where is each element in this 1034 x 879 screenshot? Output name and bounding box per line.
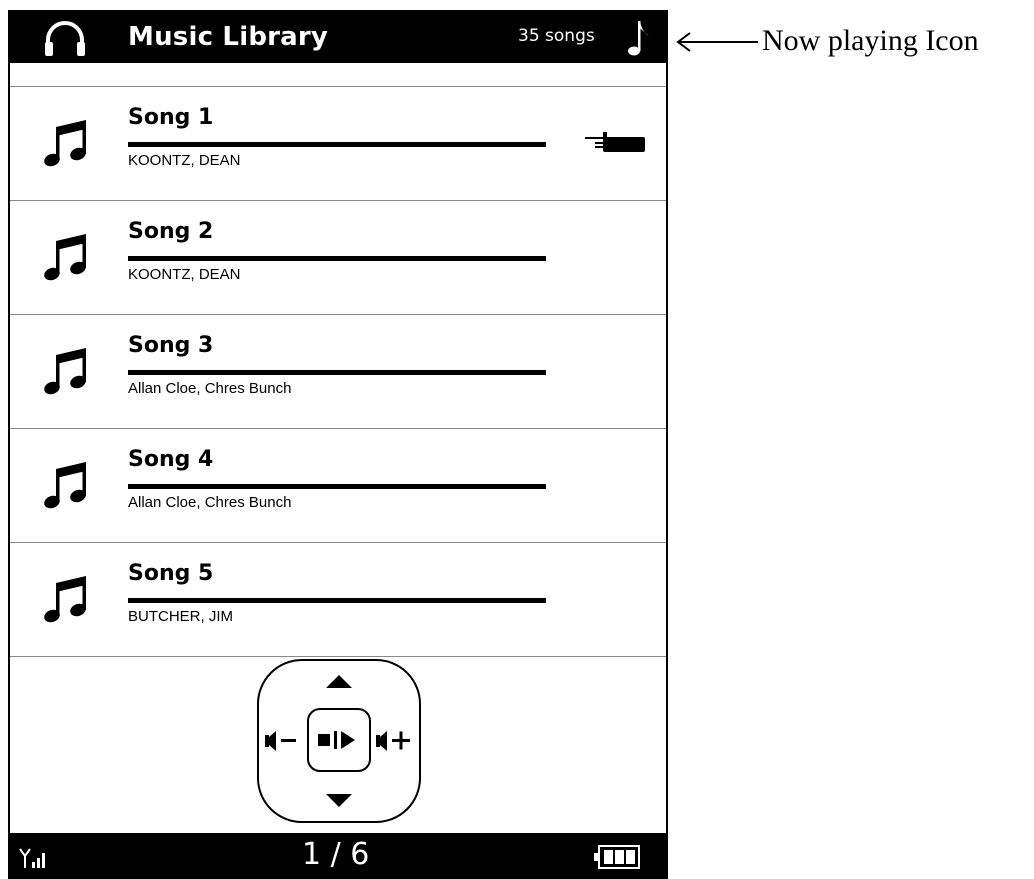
annotation-label: Now playing Icon (762, 24, 979, 57)
signal-icon (19, 848, 45, 868)
left-arrow-icon (676, 32, 758, 52)
list-item[interactable]: Song 4 Allan Cloe, Chres Bunch (10, 429, 666, 543)
song-count: 35 songs (518, 26, 595, 46)
song-divider-bar (128, 484, 546, 489)
music-note-icon (44, 120, 86, 167)
music-note-icon (44, 234, 86, 281)
battery-icon (594, 845, 640, 869)
song-divider-bar (128, 256, 546, 261)
headphones-icon[interactable] (42, 18, 88, 58)
stop-play-icon[interactable] (307, 708, 371, 772)
page-title: Music Library (128, 22, 329, 52)
now-playing-annotation: Now playing Icon (674, 18, 1034, 66)
song-divider-bar (128, 370, 546, 375)
song-artist: BUTCHER, JIM (128, 608, 233, 625)
list-top-spacer (10, 63, 666, 87)
navigation-control (257, 659, 421, 823)
list-item[interactable]: Song 1 KOONTZ, DEAN (10, 87, 666, 201)
status-bar: 1 / 6 (10, 833, 666, 879)
music-note-icon (44, 462, 86, 509)
song-title: Song 2 (128, 219, 214, 244)
song-divider-bar (128, 598, 546, 603)
page-indicator: 1 / 6 (302, 837, 370, 872)
music-note-icon (44, 348, 86, 395)
song-artist: KOONTZ, DEAN (128, 152, 241, 169)
song-title: Song 1 (128, 105, 214, 130)
song-list: Song 1 KOONTZ, DEAN Song 2 KOONTZ, DEAN Song… (10, 63, 666, 657)
song-title: Song 3 (128, 333, 214, 358)
music-note-icon (44, 576, 86, 623)
device-screen: Music Library 35 songs Song 1 KOONTZ, DEA… (8, 10, 668, 879)
song-divider-bar (128, 142, 546, 147)
song-artist: KOONTZ, DEAN (128, 266, 241, 283)
header-bar: Music Library 35 songs (10, 10, 666, 63)
list-item[interactable]: Song 3 Allan Cloe, Chres Bunch (10, 315, 666, 429)
pointing-hand-icon (585, 132, 645, 152)
list-item[interactable]: Song 5 BUTCHER, JIM (10, 543, 666, 657)
music-note-icon[interactable] (628, 18, 650, 58)
song-title: Song 5 (128, 561, 214, 586)
song-artist: Allan Cloe, Chres Bunch (128, 380, 292, 397)
song-title: Song 4 (128, 447, 214, 472)
song-artist: Allan Cloe, Chres Bunch (128, 494, 292, 511)
list-item[interactable]: Song 2 KOONTZ, DEAN (10, 201, 666, 315)
